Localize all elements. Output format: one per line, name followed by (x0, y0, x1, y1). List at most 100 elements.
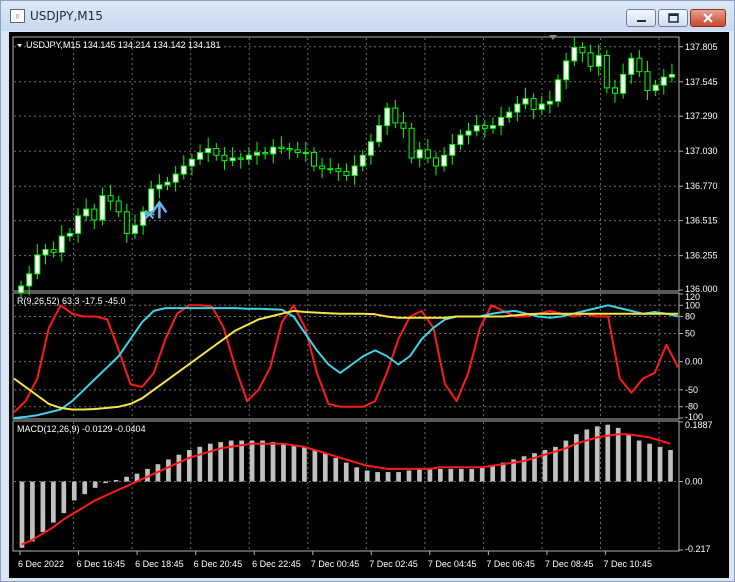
candle-body (514, 103, 521, 113)
candle-body (229, 157, 236, 162)
macd-histogram-bar (302, 446, 307, 482)
candle-body (66, 232, 73, 237)
x-tick-label: 6 Dec 18:45 (135, 559, 184, 569)
macd-histogram-bar (626, 434, 632, 482)
macd-histogram-bar (40, 481, 46, 533)
title-bar[interactable]: ▯ USDJPY,M15 (1, 1, 734, 31)
candle-body (172, 173, 179, 183)
y-tick-label: 137.290 (685, 111, 718, 121)
candle-body (335, 168, 342, 172)
candle-body (522, 98, 529, 105)
macd-histogram-bar (19, 481, 25, 548)
candle-body (668, 73, 675, 78)
candle-body (18, 285, 25, 294)
macd-histogram-bar (396, 472, 401, 482)
candle-body (205, 148, 212, 154)
candle-body (99, 195, 106, 221)
candle-body (587, 52, 594, 67)
macd-histogram-bar (469, 468, 475, 482)
buy-arrow-icon (151, 200, 168, 219)
candle-body (449, 143, 456, 156)
minimize-icon (637, 20, 646, 22)
macd-histogram-bar (438, 468, 443, 482)
candle-body (481, 125, 488, 129)
chart-area[interactable]: 6 Dec 2022 6 Dec 16:45 6 Dec 18:45 6 Dec 20… (9, 32, 729, 578)
macd-histogram-bar (281, 443, 286, 482)
candle-body (343, 170, 350, 176)
x-tick-label: 7 Dec 06:45 (486, 559, 535, 569)
candle-body (294, 149, 301, 154)
candle-body (538, 103, 545, 110)
candle-body (530, 98, 537, 110)
candle-body (432, 157, 439, 167)
macd-histogram-bar (166, 459, 171, 482)
candle-body (254, 152, 261, 156)
collapse-arrow-icon[interactable] (17, 44, 22, 47)
candle-body (34, 254, 41, 275)
candle-body (327, 168, 334, 171)
x-tick-label: 7 Dec 10:45 (603, 559, 652, 569)
y-tick-label: 80 (685, 312, 695, 322)
x-tick-label: 7 Dec 00:45 (311, 559, 360, 569)
candle-body (555, 79, 562, 102)
macd-histogram-bar (354, 467, 360, 482)
candle-body (351, 165, 358, 176)
macd-histogram-bar (260, 440, 265, 482)
close-button[interactable] (690, 9, 726, 27)
macd-histogram-bar (92, 481, 98, 488)
candle-body (237, 157, 244, 160)
macd-signal-line (21, 433, 671, 546)
candle-body (359, 154, 366, 167)
macd-histogram-bar (71, 481, 77, 501)
macd-histogram-bar (291, 445, 297, 482)
macd-histogram-bar (312, 449, 318, 482)
macd-histogram-bar (30, 481, 35, 542)
macd-histogram-bar (61, 481, 67, 514)
x-tick-label: 7 Dec 08:45 (545, 559, 594, 569)
x-tick-label: 7 Dec 04:45 (428, 559, 477, 569)
candle-body (221, 154, 228, 162)
y-tick-label: 0.00 (685, 477, 703, 487)
candle-body (156, 184, 163, 190)
macd-histogram-bar (427, 468, 433, 482)
candle-body (302, 152, 309, 155)
y-tick-label: -80 (685, 402, 698, 412)
macd-histogram-bar (605, 424, 611, 482)
candle-body (408, 127, 415, 159)
macd-histogram-bar (584, 429, 590, 482)
candle-body (644, 71, 651, 92)
candle-body (571, 46, 578, 62)
macd-histogram-bar (186, 449, 192, 482)
candle-body (115, 200, 122, 213)
candle-body (465, 130, 472, 136)
candle-body (262, 152, 269, 155)
candle-body (400, 122, 407, 129)
candle-body (376, 125, 383, 143)
maximize-button[interactable] (658, 9, 688, 27)
minimize-button[interactable] (626, 9, 656, 27)
candle-body (611, 87, 618, 94)
candle-body (457, 134, 464, 145)
candle-body (424, 149, 431, 159)
candle-body (546, 100, 553, 105)
macd-histogram-bar (458, 468, 464, 482)
chart-window-icon: ▯ (10, 9, 25, 23)
macd-histogram-bar (364, 470, 370, 482)
macd-histogram-bar (417, 468, 422, 482)
candle-body (620, 73, 627, 94)
macd-histogram-bar (406, 470, 412, 482)
price-pane-title: USDJPY,M15 134.145 134.214 134.142 134.1… (26, 40, 221, 50)
candle-body (213, 148, 220, 156)
macd-histogram-bar (113, 479, 119, 482)
candle-body (131, 224, 138, 234)
macd-histogram-bar (176, 454, 182, 482)
macd-histogram-bar (594, 426, 600, 482)
candle-body (319, 165, 326, 170)
macd-histogram-bar (479, 467, 485, 482)
candle-body (286, 148, 293, 151)
macd-histogram-bar (82, 481, 88, 495)
macd-histogram-bar (270, 442, 276, 482)
candle-body (91, 208, 98, 221)
candle-body (595, 55, 602, 67)
chart-canvas[interactable]: 6 Dec 2022 6 Dec 16:45 6 Dec 18:45 6 Dec 20… (9, 32, 729, 578)
